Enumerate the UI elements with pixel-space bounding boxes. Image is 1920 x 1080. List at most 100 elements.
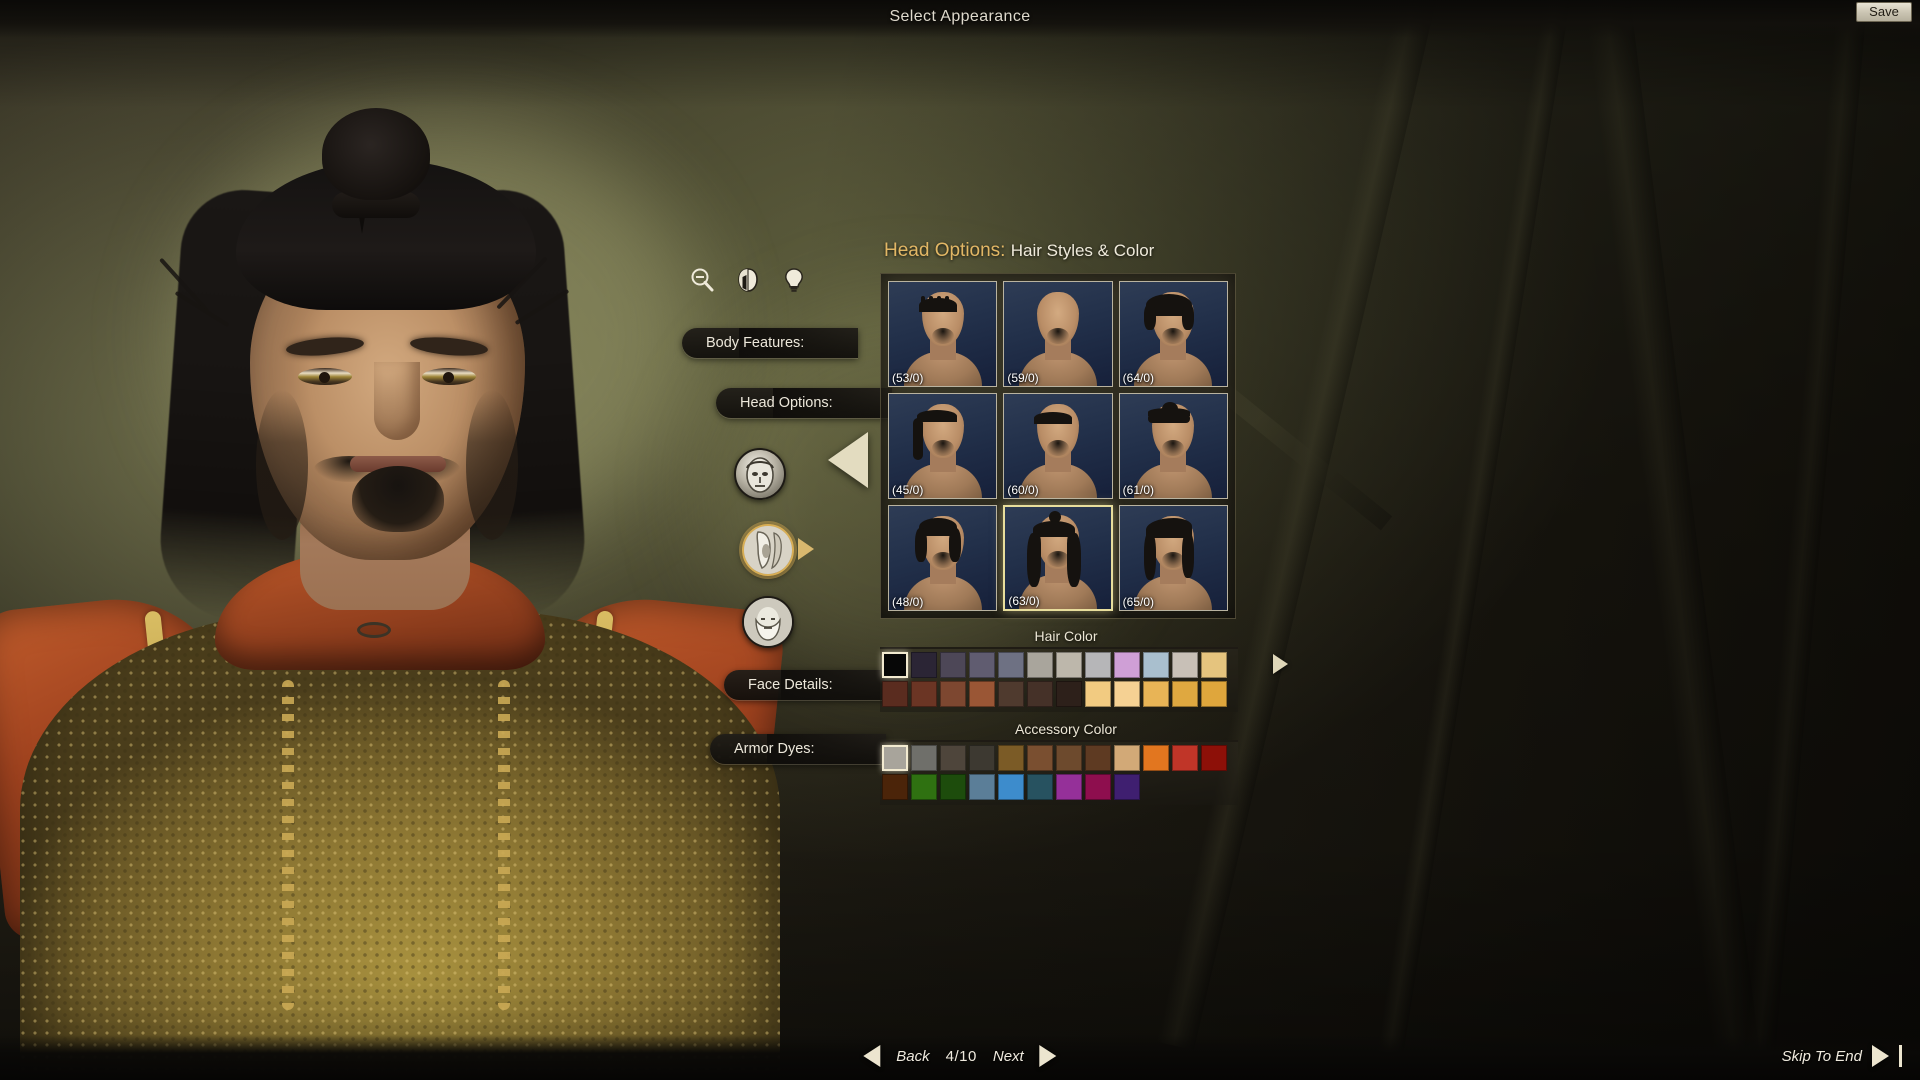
page-title: Select Appearance	[889, 8, 1031, 25]
hair-color-chip[interactable]	[1056, 681, 1082, 707]
hair-color-chip[interactable]	[969, 652, 995, 678]
character-brow	[409, 334, 489, 359]
subtab-beard-icon[interactable]	[742, 596, 794, 648]
accessory-color-chip[interactable]	[911, 745, 937, 771]
thumb-beard	[931, 328, 954, 344]
sidebar-item-head-options[interactable]: Head Options:	[716, 388, 893, 418]
accessory-color-chip[interactable]	[940, 774, 966, 800]
hair-color-chip[interactable]	[1201, 681, 1227, 707]
panel-pointer-caret	[828, 432, 868, 488]
hair-color-chip[interactable]	[1114, 681, 1140, 707]
hair-color-chip[interactable]	[882, 652, 908, 678]
thumb-hair-shape	[1181, 304, 1194, 330]
hair-color-chip[interactable]	[1143, 652, 1169, 678]
accessory-color-chip[interactable]	[1056, 745, 1082, 771]
thumb-hair-shape	[917, 410, 957, 422]
hair-color-chip[interactable]	[1056, 652, 1082, 678]
accessory-color-chip[interactable]	[1027, 774, 1053, 800]
accessory-color-chip-empty	[1143, 774, 1169, 800]
hair-color-chip[interactable]	[1027, 652, 1053, 678]
accessory-color-chip[interactable]	[1085, 745, 1111, 771]
thumb-beard	[1046, 328, 1069, 344]
thumb-hair-shape	[945, 296, 949, 312]
next-button[interactable]: Next	[993, 1048, 1024, 1065]
hair-style-option[interactable]: (61/0)	[1118, 393, 1228, 499]
accessory-color-chip[interactable]	[940, 745, 966, 771]
sidebar-label-face-details: Face Details:	[748, 677, 833, 693]
accessory-color-chip[interactable]	[1027, 745, 1053, 771]
character-torso-armor	[20, 610, 780, 1080]
accessory-color-chip[interactable]	[882, 774, 908, 800]
hair-style-option[interactable]: (64/0)	[1118, 281, 1228, 387]
hair-color-chip[interactable]	[940, 652, 966, 678]
hair-color-chip[interactable]	[1027, 681, 1053, 707]
save-button[interactable]: Save	[1856, 2, 1912, 22]
accessory-color-chip[interactable]	[882, 745, 908, 771]
hair-style-option[interactable]: (45/0)	[888, 393, 998, 499]
skip-to-end-button[interactable]: Skip To End	[1782, 1045, 1902, 1067]
sidebar-item-body-features[interactable]: Body Features:	[682, 328, 859, 358]
thumb-hair-shape	[949, 528, 961, 562]
previous-arrow-icon[interactable]	[863, 1045, 881, 1067]
hair-color-chip[interactable]	[1172, 681, 1198, 707]
character-goatee	[352, 466, 444, 532]
accessory-color-chip[interactable]	[969, 745, 995, 771]
hair-style-option[interactable]: (60/0)	[1003, 393, 1113, 499]
hair-style-option[interactable]: (48/0)	[888, 505, 998, 611]
hair-color-chip[interactable]	[998, 652, 1024, 678]
accessory-color-chip[interactable]	[1085, 774, 1111, 800]
accessory-color-chip[interactable]	[1056, 774, 1082, 800]
accessory-color-chip[interactable]	[1114, 774, 1140, 800]
accessory-color-chip[interactable]	[1143, 745, 1169, 771]
hair-color-chip[interactable]	[882, 681, 908, 707]
subtab-hair-style-icon[interactable]	[742, 524, 794, 576]
back-button[interactable]: Back	[896, 1048, 929, 1065]
accessory-color-chip[interactable]	[998, 745, 1024, 771]
thumb-hair-shape	[1143, 532, 1156, 580]
sidebar-item-armor-dyes[interactable]: Armor Dyes:	[710, 734, 887, 764]
hair-style-grid-frame: (53/0) (59/0) (64/0) (45/0) (60/0) (61/0) (48/…	[880, 273, 1236, 619]
view-tools	[688, 266, 808, 294]
accessory-color-chip[interactable]	[998, 774, 1024, 800]
helmet-toggle-icon[interactable]	[734, 266, 762, 294]
hair-style-option[interactable]: (63/0)	[1003, 505, 1113, 611]
hair-style-grid: (53/0) (59/0) (64/0) (45/0) (60/0) (61/0) (48/…	[888, 281, 1228, 611]
accessory-color-chip[interactable]	[1201, 745, 1227, 771]
hair-color-chip[interactable]	[911, 652, 937, 678]
accessory-color-chip-empty	[1201, 774, 1227, 800]
hair-color-chip[interactable]	[1172, 652, 1198, 678]
hair-style-option[interactable]: (53/0)	[888, 281, 998, 387]
sidebar-item-face-details[interactable]: Face Details:	[724, 670, 901, 700]
accessory-color-chip[interactable]	[969, 774, 995, 800]
more-colors-chevron-icon[interactable]	[1273, 654, 1288, 674]
hair-color-chip[interactable]	[940, 681, 966, 707]
hair-color-chip[interactable]	[1143, 681, 1169, 707]
bottom-bar: Back 4/10 Next Skip To End	[0, 1035, 1920, 1080]
lightbulb-icon[interactable]	[780, 266, 808, 294]
page-indicator: 4/10	[945, 1047, 977, 1065]
armor-lacing	[282, 680, 294, 1010]
accessory-color-chip[interactable]	[911, 774, 937, 800]
hair-color-chip[interactable]	[1114, 652, 1140, 678]
thumb-beard	[1162, 328, 1185, 344]
character-eye	[298, 368, 352, 385]
hair-color-chip[interactable]	[911, 681, 937, 707]
hair-style-option[interactable]: (65/0)	[1118, 505, 1228, 611]
hair-color-chip[interactable]	[998, 681, 1024, 707]
hair-color-chip[interactable]	[1085, 681, 1111, 707]
subtab-face-shape-icon[interactable]	[734, 448, 786, 500]
chainmail-texture	[20, 610, 780, 1080]
accessory-color-chip[interactable]	[1114, 745, 1140, 771]
accessory-color-section: Accessory Color	[880, 721, 1252, 805]
hair-color-swatches	[880, 647, 1238, 712]
hair-color-chip[interactable]	[969, 681, 995, 707]
zoom-out-icon[interactable]	[688, 266, 716, 294]
thumb-hair-shape	[1147, 408, 1190, 416]
hair-color-chip[interactable]	[1085, 652, 1111, 678]
hair-color-chip[interactable]	[1201, 652, 1227, 678]
hair-color-label: Hair Color	[1034, 628, 1098, 644]
hair-style-label: (65/0)	[1122, 595, 1155, 609]
hair-style-option[interactable]: (59/0)	[1003, 281, 1113, 387]
next-arrow-icon[interactable]	[1039, 1045, 1057, 1067]
accessory-color-chip[interactable]	[1172, 745, 1198, 771]
